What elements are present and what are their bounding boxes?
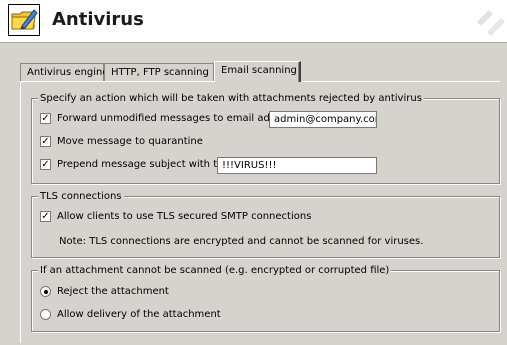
forward-email-field[interactable]: admin@company.com [269, 111, 377, 128]
corner-decoration-icon [467, 0, 507, 40]
allow-delivery-label: Allow delivery of the attachment [57, 309, 221, 320]
forward-label: Forward unmodified messages to email add… [57, 113, 300, 124]
quarantine-label: Move message to quarantine [57, 136, 203, 147]
antivirus-app-icon [8, 4, 40, 36]
tab-email-scanning[interactable]: Email scanning [214, 61, 301, 82]
prepend-subject-field[interactable]: !!!VIRUS!!! [217, 157, 377, 174]
app-title: Antivirus [52, 9, 144, 30]
prepend-label: Prepend message subject with text: [57, 159, 237, 170]
prepend-subject-value: !!!VIRUS!!! [222, 160, 277, 171]
quarantine-checkbox[interactable]: ✓ [40, 136, 51, 147]
allow-delivery-radio[interactable] [40, 309, 51, 320]
tab-label: HTTP, FTP scanning [111, 67, 209, 78]
reject-attachment-radio[interactable] [40, 286, 51, 297]
tab-label: Email scanning [221, 65, 297, 76]
tab-antivirus-engine[interactable]: Antivirus engine [20, 63, 109, 81]
tls-allow-checkbox[interactable]: ✓ [40, 211, 51, 222]
unscannable-group: If an attachment cannot be scanned (e.g.… [31, 264, 500, 332]
group-legend: Specify an action which will be taken wi… [38, 92, 424, 105]
tls-group: TLS connections ✓ Allow clients to use T… [31, 190, 500, 258]
forward-email-value: admin@company.com [274, 114, 377, 125]
forward-checkbox[interactable]: ✓ [40, 113, 51, 124]
tab-http-ftp-scanning[interactable]: HTTP, FTP scanning [104, 63, 214, 81]
tab-label: Antivirus engine [27, 67, 109, 78]
rejected-attachments-group: Specify an action which will be taken wi… [31, 92, 500, 184]
tls-allow-label: Allow clients to use TLS secured SMTP co… [57, 211, 312, 222]
group-legend: TLS connections [38, 190, 124, 203]
tls-note: Note: TLS connections are encrypted and … [59, 236, 424, 247]
group-legend: If an attachment cannot be scanned (e.g.… [38, 264, 392, 277]
header: Antivirus [0, 0, 507, 43]
reject-attachment-label: Reject the attachment [57, 286, 169, 297]
prepend-checkbox[interactable]: ✓ [40, 159, 51, 170]
